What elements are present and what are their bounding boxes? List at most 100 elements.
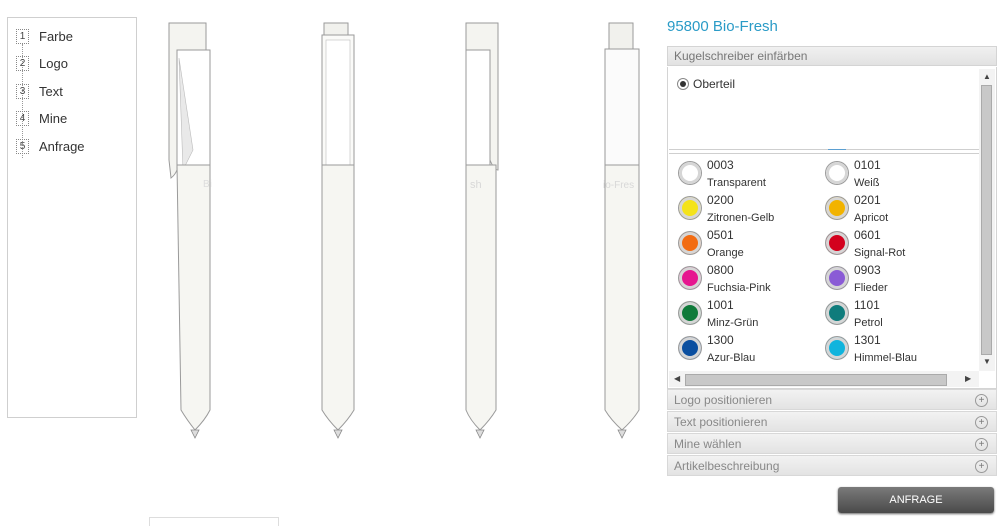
paint-cup-icon [679,337,701,363]
color-name: Zitronen-Gelb [707,212,775,224]
color-code: 1001 [707,298,734,312]
color-code: 0601 [854,228,881,242]
color-panel: Oberteil 0003 Transparent 0101 Weiß 0200 Zi… [667,67,997,389]
expand-plus-icon[interactable]: + [975,416,988,429]
color-name: Flieder [854,282,888,294]
step-number: 2 [16,56,29,71]
color-name: Fuchsia-Pink [707,282,771,294]
color-swatch-0601[interactable]: 0601 Signal-Rot [826,228,905,260]
pen-print-preview: sh [470,179,482,191]
step-label: Text [39,84,63,99]
step-logo[interactable]: 2 Logo [16,56,68,71]
step-number: 4 [16,111,29,126]
step-navigation: 1 Farbe 2 Logo 3 Text 4 Mine 5 Anfrage [7,17,137,418]
paint-cup-icon [826,267,848,293]
color-swatch-0800[interactable]: 0800 Fuchsia-Pink [679,263,771,295]
product-title: 95800 Bio-Fresh [667,18,778,35]
expand-plus-icon[interactable]: + [975,394,988,407]
color-code: 0903 [854,263,881,277]
paint-cup-icon [679,197,701,223]
vertical-scrollbar[interactable]: ▲ ▼ [979,69,995,371]
pen-view-side: io-Fres [603,20,643,445]
color-name: Orange [707,247,744,259]
step-anfrage[interactable]: 5 Anfrage [16,139,85,154]
paint-cup-icon [826,162,848,188]
color-code: 0800 [707,263,734,277]
accordion-label: Mine wählen [674,437,742,451]
accordion-label: Logo positionieren [674,393,773,407]
color-code: 0201 [854,193,881,207]
paint-cup-icon [826,232,848,258]
expand-plus-icon[interactable]: + [975,438,988,451]
step-number: 5 [16,139,29,154]
scrollbar-thumb[interactable] [981,85,992,355]
color-swatch-0200[interactable]: 0200 Zitronen-Gelb [679,193,774,225]
paint-cup-icon [826,302,848,328]
color-name: Apricot [854,212,889,224]
color-swatch-1001[interactable]: 1001 Minz-Grün [679,298,758,330]
color-code: 1300 [707,333,734,347]
color-swatch-0003[interactable]: 0003 Transparent [679,158,766,190]
step-number: 1 [16,29,29,44]
scroll-down-icon[interactable]: ▼ [983,357,991,366]
color-code: 0200 [707,193,734,207]
anfrage-button[interactable]: ANFRAGE [838,487,994,513]
color-swatch-1301[interactable]: 1301 Himmel-Blau [826,333,917,365]
accordion-label: Text positionieren [674,415,768,429]
color-code: 1101 [854,298,880,312]
pen-view-front [318,20,358,445]
panel-splitter[interactable] [828,149,846,152]
scroll-right-icon[interactable]: ▶ [965,374,971,383]
step-label: Farbe [39,29,73,44]
pen-view-angled-right: sh [462,20,522,445]
accordion-mine-waehlen[interactable]: Mine wählen + [667,433,997,454]
color-name: Transparent [707,177,766,189]
step-mine[interactable]: 4 Mine [16,111,67,126]
step-farbe[interactable]: 1 Farbe [16,29,73,44]
step-label: Logo [39,56,68,71]
scroll-up-icon[interactable]: ▲ [983,72,991,81]
footer-box [149,517,279,526]
color-name: Azur-Blau [707,352,756,364]
color-swatch-1300[interactable]: 1300 Azur-Blau [679,333,755,365]
accordion-artikelbeschreibung[interactable]: Artikelbeschreibung + [667,455,997,476]
accordion-logo-positionieren[interactable]: Logo positionieren + [667,389,997,410]
color-name: Petrol [854,317,883,329]
pen-print-preview: io-Fres [603,180,634,191]
color-name: Himmel-Blau [854,352,917,364]
color-swatch-0501[interactable]: 0501 Orange [679,228,744,260]
step-text[interactable]: 3 Text [16,84,63,99]
accordion-header-color[interactable]: Kugelschreiber einfärben [667,46,997,66]
color-swatch-0201[interactable]: 0201 Apricot [826,193,888,225]
paint-cup-icon [679,267,701,293]
scrollbar-thumb[interactable] [685,374,947,386]
pen-preview-area: Bi sh io-Fres [140,0,660,523]
accordion-text-positionieren[interactable]: Text positionieren + [667,411,997,432]
color-code: 0501 [707,228,734,242]
paint-cup-icon [826,197,848,223]
paint-cup-icon [826,337,848,363]
color-swatch-0101[interactable]: 0101 Weiß [826,158,881,190]
step-label: Anfrage [39,139,85,154]
color-code: 0003 [707,158,734,172]
color-name: Minz-Grün [707,317,759,329]
pen-print-preview: Bi [203,179,212,190]
color-name: Weiß [854,177,880,189]
step-label: Mine [39,111,68,126]
color-swatch-list: 0003 Transparent 0101 Weiß 0200 Zitronen-Ge… [669,153,979,369]
paint-cup-icon [679,302,701,328]
pen-view-angled-left: Bi [165,20,235,445]
color-swatch-0903[interactable]: 0903 Flieder [826,263,888,295]
color-swatch-1101[interactable]: 1101 Petrol [826,298,883,330]
color-code: 1301 [854,333,881,347]
part-option-oberteil[interactable]: Oberteil [677,77,735,91]
expand-plus-icon[interactable]: + [975,460,988,473]
scroll-left-icon[interactable]: ◀ [674,374,680,383]
color-name: Signal-Rot [854,247,906,259]
paint-cup-icon [679,162,701,188]
part-option-label: Oberteil [693,77,736,91]
radio-selected-icon[interactable] [677,78,689,90]
part-options: Oberteil [669,69,979,150]
paint-cup-icon [679,232,701,258]
horizontal-scrollbar[interactable]: ◀ ▶ [669,371,979,387]
